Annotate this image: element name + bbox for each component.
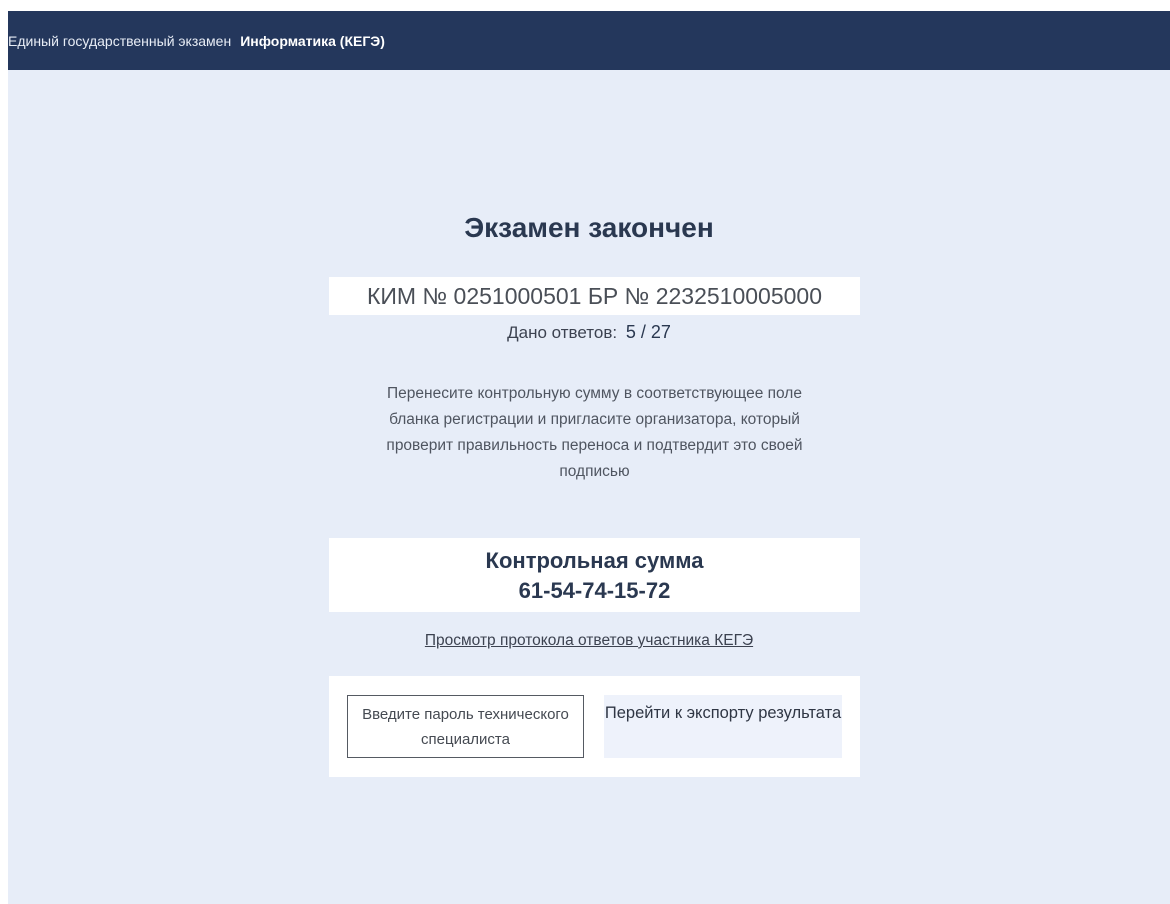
checksum-label: Контрольная сумма [485,548,704,573]
answers-count: Дано ответов: 5 / 27 [8,322,1170,343]
actions-panel: Введите пароль технического специалиста … [329,676,860,777]
page-title: Экзамен закончен [464,212,714,243]
technician-password-field[interactable]: Введите пароль технического специалиста [347,695,584,758]
instructions-text: Перенесите контрольную сумму в соответст… [386,385,803,480]
checksum-box: Контрольная сумма 61-54-74-15-72 [329,538,860,612]
header-bar: Единый государственный экзамен Информати… [8,11,1170,70]
export-results-button[interactable]: Перейти к экспорту результата [604,695,842,758]
protocol-link[interactable]: Просмотр протокола ответов участника КЕГ… [425,632,753,649]
answers-label: Дано ответов: [507,323,618,342]
subject-name: Информатика (КЕГЭ) [240,32,385,49]
exam-finished-screen: Единый государственный экзамен Информати… [8,11,1170,904]
kim-number-box: КИМ № 0251000501 БР № 2232510005000 [329,277,860,315]
checksum-value: 61-54-74-15-72 [518,578,671,603]
exam-name: Единый государственный экзамен [8,32,232,49]
answers-value: 5 / 27 [625,322,671,342]
protocol-link-row: Просмотр протокола ответов участника КЕГ… [8,632,1170,650]
